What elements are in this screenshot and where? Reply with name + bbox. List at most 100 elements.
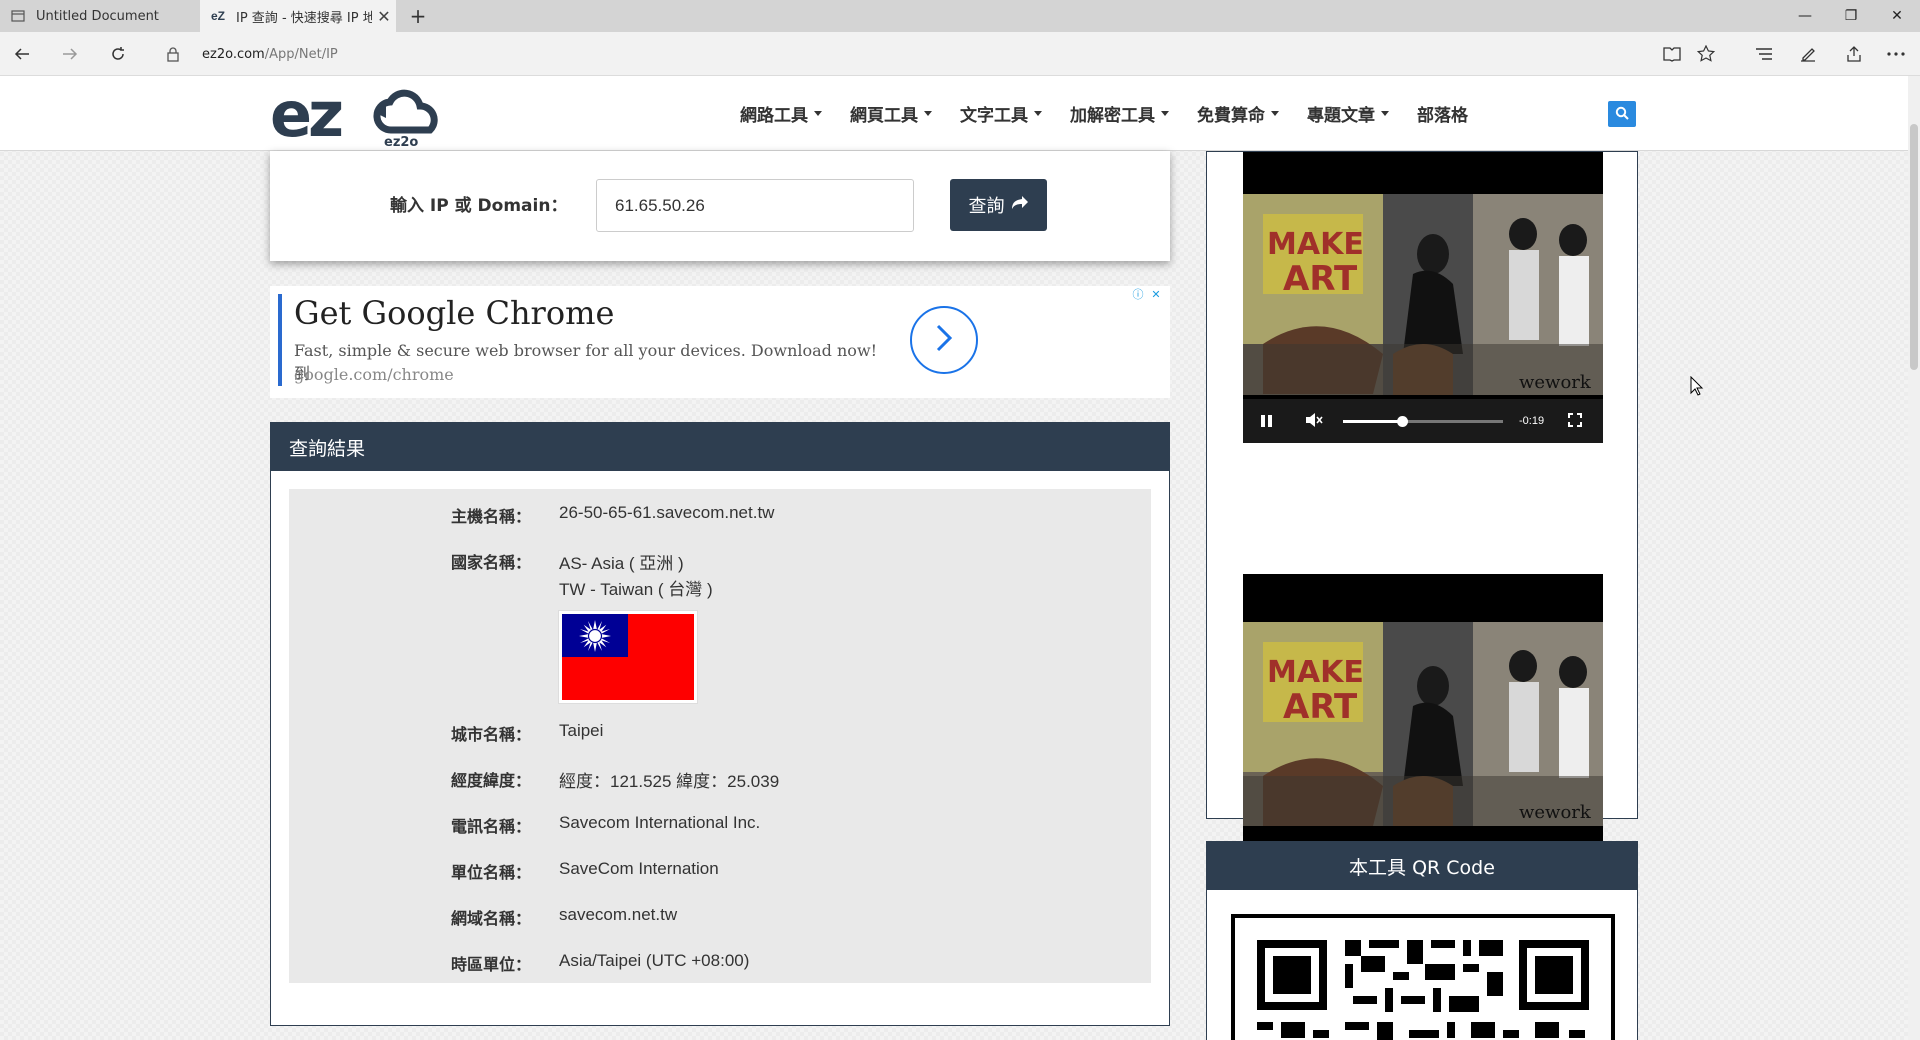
forward-button[interactable] xyxy=(50,32,90,76)
muted-volume-icon[interactable] xyxy=(1305,412,1323,431)
ad-choices[interactable]: ⓘ ✕ xyxy=(1130,286,1164,302)
svg-text:ART: ART xyxy=(1283,687,1358,727)
query-card: 輸入 IP 或 Domain： 61.65.50.26 查詢 xyxy=(270,151,1170,261)
share-arrow-icon xyxy=(1011,195,1029,216)
nav-item[interactable]: 文字工具 xyxy=(960,101,1042,126)
site-header: ez ez2o 網路工具 網頁工具 文字工具 加解密工具 免費算命 專題文章 部落格 xyxy=(0,76,1908,151)
svg-text:MAKE: MAKE xyxy=(1267,655,1364,690)
result-value: SaveCom Internation xyxy=(559,859,719,878)
result-label: 主機名稱： xyxy=(451,507,532,526)
tab-ip-lookup[interactable]: eZ IP 查詢 - 快速搜尋 IP 地 ✕ xyxy=(200,0,396,32)
nav-item[interactable]: 網路工具 xyxy=(740,101,822,126)
refresh-button[interactable] xyxy=(98,32,138,76)
more-menu-icon[interactable] xyxy=(1878,32,1914,76)
pause-icon[interactable] xyxy=(1261,415,1277,427)
nav-item[interactable]: 加解密工具 xyxy=(1070,101,1169,126)
minimize-button[interactable]: — xyxy=(1782,0,1828,32)
result-value: 26-50-65-61.savecom.net.tw xyxy=(559,503,775,522)
video-frame-image: MAKE ART wework xyxy=(1243,194,1603,395)
ad-url[interactable]: google.com/chrome xyxy=(294,365,454,384)
caret-down-icon xyxy=(1034,111,1042,116)
video-player-1[interactable]: MAKE ART wework -0:19 xyxy=(1243,152,1603,443)
ad-accent-bar xyxy=(278,294,282,386)
close-window-button[interactable]: ✕ xyxy=(1874,0,1920,32)
tab-title: IP 查詢 - 快速搜尋 IP 地 xyxy=(236,10,372,26)
result-value: savecom.net.tw xyxy=(559,905,678,924)
chevron-right-icon xyxy=(933,323,955,357)
qr-title: 本工具 QR Code xyxy=(1207,842,1637,890)
main-nav: 網路工具 網頁工具 文字工具 加解密工具 免費算命 專題文章 部落格 xyxy=(740,76,1496,151)
nav-item[interactable]: 部落格 xyxy=(1417,101,1468,126)
lock-icon xyxy=(166,46,180,66)
result-value: 經度：121.525 緯度：25.039 xyxy=(559,772,780,791)
caret-down-icon xyxy=(1271,111,1279,116)
info-icon[interactable]: ⓘ xyxy=(1130,286,1146,302)
caret-down-icon xyxy=(1381,111,1389,116)
search-icon xyxy=(1615,105,1629,124)
url-path: /App/Net/IP xyxy=(264,46,338,62)
mouse-cursor-icon xyxy=(1690,375,1704,400)
reading-view-icon[interactable] xyxy=(1654,32,1690,76)
result-label: 時區單位： xyxy=(451,955,532,974)
video-time-remaining: -0:19 xyxy=(1519,415,1545,427)
result-label: 電訊名稱： xyxy=(451,817,532,836)
address-bar: ez2o.com/App/Net/IP xyxy=(0,32,1920,76)
site-logo[interactable]: ez ez2o xyxy=(270,78,450,151)
favorite-star-icon[interactable] xyxy=(1688,32,1724,76)
ad-arrow-button[interactable] xyxy=(910,306,978,374)
nav-item-label: 免費算命 xyxy=(1197,106,1265,126)
result-label: 經度緯度： xyxy=(451,771,532,790)
video-frame-image: MAKE ART wework xyxy=(1243,622,1603,826)
hub-icon[interactable] xyxy=(1746,32,1782,76)
new-tab-button[interactable]: + xyxy=(404,0,432,32)
result-value: Savecom International Inc. xyxy=(559,813,761,832)
video-progress-bar[interactable] xyxy=(1343,415,1503,427)
page-scrollbar[interactable] xyxy=(1908,76,1920,1040)
result-label: 單位名稱： xyxy=(451,863,532,882)
fullscreen-icon[interactable] xyxy=(1568,412,1583,430)
restore-button[interactable]: ❐ xyxy=(1828,0,1874,32)
ad-title[interactable]: Get Google Chrome xyxy=(294,294,614,332)
video-watermark: wework xyxy=(1519,802,1592,823)
result-label: 國家名稱： xyxy=(451,553,532,572)
video-player-2[interactable]: MAKE ART wework xyxy=(1243,574,1603,874)
search-button[interactable] xyxy=(1608,101,1636,127)
back-button[interactable] xyxy=(2,32,42,76)
tab-title: Untitled Document xyxy=(36,8,159,24)
web-note-icon[interactable] xyxy=(1790,32,1826,76)
qr-code-image xyxy=(1231,914,1615,1040)
nav-item-label: 網路工具 xyxy=(740,106,808,126)
url-field[interactable]: ez2o.com/App/Net/IP xyxy=(202,32,338,76)
nav-item[interactable]: 網頁工具 xyxy=(850,101,932,126)
ip-input[interactable]: 61.65.50.26 xyxy=(596,179,914,232)
ip-input-value: 61.65.50.26 xyxy=(615,195,705,215)
page-viewport: ez ez2o 網路工具 網頁工具 文字工具 加解密工具 免費算命 專題文章 部落格 輸入 … xyxy=(0,76,1908,1040)
close-tab-icon[interactable]: ✕ xyxy=(372,7,396,26)
close-ad-icon[interactable]: ✕ xyxy=(1148,286,1164,302)
nav-item[interactable]: 免費算命 xyxy=(1197,101,1279,126)
share-icon[interactable] xyxy=(1836,32,1872,76)
nav-item-label: 網頁工具 xyxy=(850,106,918,126)
tab-untitled-document[interactable]: Untitled Document xyxy=(0,0,200,32)
scrollbar-thumb[interactable] xyxy=(1910,124,1918,370)
white-sun-icon xyxy=(579,619,611,652)
query-button[interactable]: 查詢 xyxy=(950,179,1047,231)
result-label: 網域名稱： xyxy=(451,909,532,928)
nav-item-label: 文字工具 xyxy=(960,106,1028,126)
results-title: 查詢結果 xyxy=(271,423,1169,471)
nav-item[interactable]: 專題文章 xyxy=(1307,101,1389,126)
caret-down-icon xyxy=(924,111,932,116)
video-ad-card: MAKE ART wework -0:19 MAKE ART wework xyxy=(1206,151,1638,874)
result-value: Asia/Taipei (UTC +08:00) xyxy=(559,951,750,970)
video-controls: -0:19 xyxy=(1243,399,1603,443)
result-value: AS- Asia ( 亞洲 ) xyxy=(559,554,684,573)
svg-text:ART: ART xyxy=(1283,259,1358,299)
query-button-label: 查詢 xyxy=(968,196,1005,217)
results-panel: 查詢結果 主機名稱： 26-50-65-61.savecom.net.tw 國家… xyxy=(270,422,1170,1026)
results-body: 主機名稱： 26-50-65-61.savecom.net.tw 國家名稱： A… xyxy=(289,489,1151,983)
url-host: ez2o.com xyxy=(202,46,265,62)
caret-down-icon xyxy=(1161,111,1169,116)
query-label: 輸入 IP 或 Domain： xyxy=(390,196,568,216)
ad-banner[interactable]: Get Google Chrome Fast, simple & secure … xyxy=(270,286,1170,398)
result-label: 城市名稱： xyxy=(451,725,532,744)
